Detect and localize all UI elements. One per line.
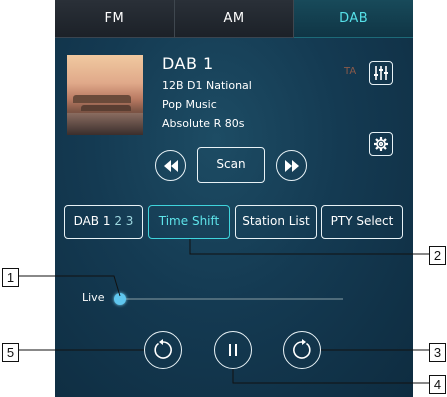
callout-2: 2	[429, 246, 446, 265]
seek-back-icon	[163, 159, 178, 172]
callout-4: 4	[429, 375, 446, 394]
radio-screen: FM AM DAB DAB 1 12B D1 National Pop Musi…	[55, 0, 413, 397]
station-info: DAB 1 12B D1 National Pop Music Absolute…	[162, 54, 252, 130]
station-ensemble: 12B D1 National	[162, 79, 252, 92]
dab-preset-others: 2 3	[114, 214, 134, 228]
tab-fm[interactable]: FM	[55, 0, 175, 38]
scan-button[interactable]: Scan	[197, 147, 265, 183]
station-genre: Pop Music	[162, 98, 217, 111]
time-shift-button[interactable]: Time Shift	[148, 205, 230, 239]
seek-forward-icon	[284, 159, 299, 172]
dab-preset-button[interactable]: DAB 1 2 3	[64, 205, 143, 239]
live-label: Live	[82, 291, 105, 304]
station-list-button[interactable]: Station List	[235, 205, 317, 239]
tab-am[interactable]: AM	[174, 0, 295, 38]
callout-1: 1	[2, 268, 19, 287]
gear-icon	[374, 137, 388, 151]
callout-3: 3	[429, 343, 446, 362]
equalizer-icon	[374, 66, 388, 80]
band-tabs: FM AM DAB	[55, 0, 413, 38]
station-service: Absolute R 80s	[162, 117, 245, 130]
settings-button[interactable]	[369, 132, 393, 156]
tab-dab[interactable]: DAB	[294, 0, 413, 38]
equalizer-button[interactable]	[369, 61, 393, 85]
dab-preset-prefix: DAB	[73, 214, 103, 228]
forward-button[interactable]	[283, 331, 321, 369]
album-art	[67, 55, 143, 135]
dab-preset-active: 1	[102, 214, 111, 228]
timeshift-track[interactable]	[121, 298, 343, 300]
pause-button[interactable]	[214, 331, 252, 369]
seek-forward-button[interactable]	[276, 150, 307, 181]
pause-icon	[229, 344, 237, 356]
forward-icon	[293, 339, 311, 359]
rewind-button[interactable]	[144, 331, 182, 369]
callout-5: 5	[2, 343, 19, 362]
timeshift-slider-knob[interactable]	[114, 293, 126, 305]
ta-indicator: TA	[344, 66, 357, 77]
rewind-icon	[154, 339, 172, 359]
station-name: DAB 1	[162, 54, 214, 73]
pty-select-button[interactable]: PTY Select	[321, 205, 403, 239]
seek-back-button[interactable]	[155, 150, 186, 181]
